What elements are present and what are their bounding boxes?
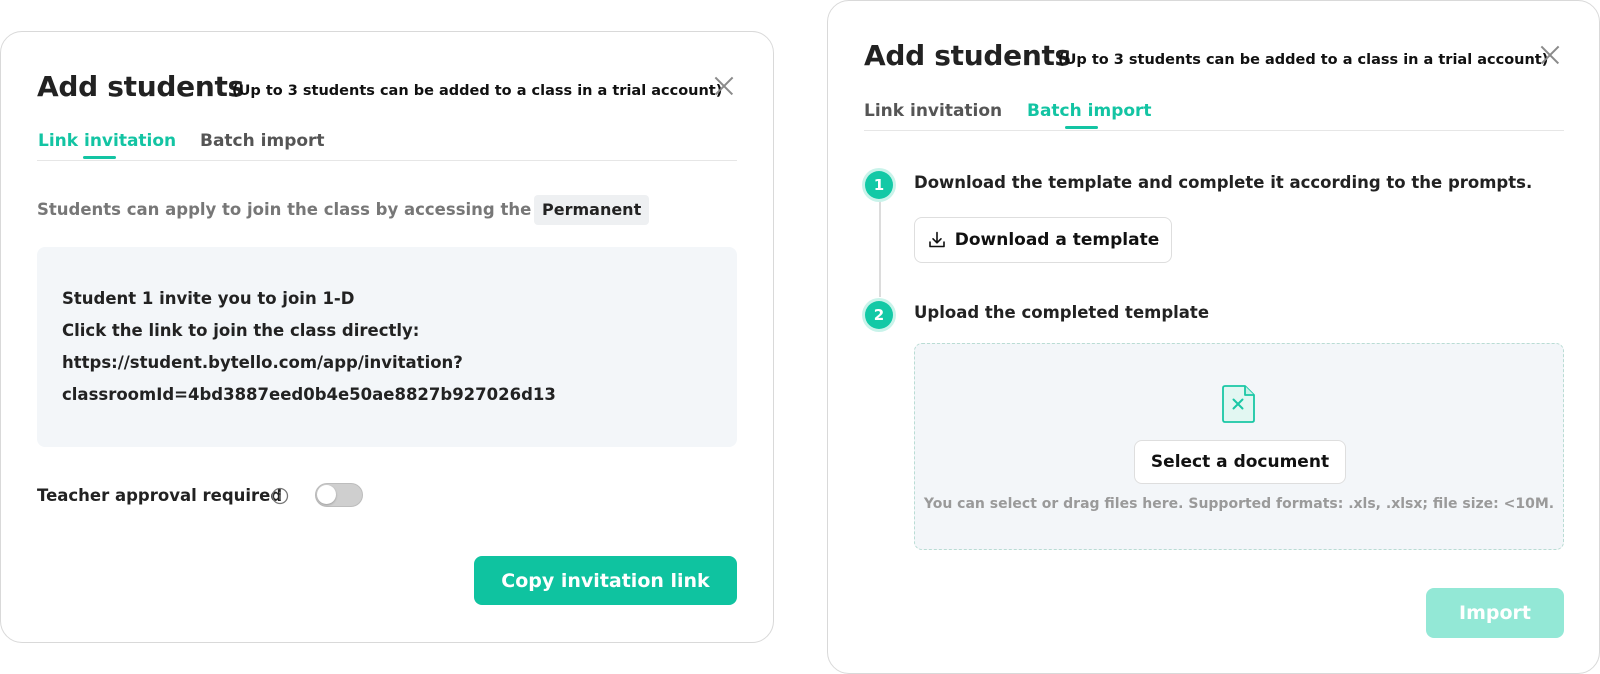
download-icon <box>928 231 945 248</box>
close-icon[interactable] <box>1540 45 1560 65</box>
invite-line: Student 1 invite you to join 1-D <box>62 289 355 308</box>
add-students-dialog-link: Add students (Up to 3 students can be ad… <box>0 31 774 643</box>
dialog-subtitle: (Up to 3 students can be added to a clas… <box>1058 52 1549 68</box>
invitation-text-box: Student 1 invite you to join 1-D Click t… <box>37 247 737 447</box>
teacher-approval-toggle[interactable] <box>315 483 363 507</box>
close-icon[interactable] <box>714 76 734 96</box>
step-number-1: 1 <box>865 171 893 199</box>
tab-bar: Link invitation Batch import <box>864 101 1564 131</box>
step-2-text: Upload the completed template <box>914 303 1210 322</box>
step-connector <box>879 199 881 297</box>
dialog-subtitle: (Up to 3 students can be added to a clas… <box>232 83 723 99</box>
supported-formats-hint: You can select or drag files here. Suppo… <box>923 496 1555 512</box>
tab-link-invitation[interactable]: Link invitation <box>864 101 1002 121</box>
link-description: Students can apply to join the class by … <box>37 200 572 219</box>
select-document-button[interactable]: Select a document <box>1134 440 1346 484</box>
active-tab-indicator <box>83 156 116 159</box>
step-1-text: Download the template and complete it ac… <box>914 173 1533 192</box>
step-number-2: 2 <box>865 301 893 329</box>
tab-batch-import[interactable]: Batch import <box>1027 101 1152 121</box>
active-tab-indicator <box>1065 126 1098 129</box>
download-template-button[interactable]: Download a template <box>914 217 1172 263</box>
download-template-label: Download a template <box>954 230 1160 250</box>
add-students-dialog-batch: Add students (Up to 3 students can be ad… <box>827 0 1600 674</box>
teacher-approval-label: Teacher approval required <box>37 486 283 505</box>
import-button[interactable]: Import <box>1426 588 1564 638</box>
tab-batch-import[interactable]: Batch import <box>200 131 325 151</box>
copy-invitation-link-button[interactable]: Copy invitation link <box>474 556 737 605</box>
invite-link-url: classroomId=4bd3887eed0b4e50ae8827b92702… <box>62 385 556 404</box>
dialog-title: Add students <box>864 39 1071 72</box>
excel-file-icon <box>1222 385 1255 423</box>
file-drop-zone[interactable]: Select a document You can select or drag… <box>914 343 1564 550</box>
dialog-title: Add students <box>37 70 244 103</box>
validity-badge[interactable]: Permanent <box>534 195 650 225</box>
toggle-knob <box>317 485 336 504</box>
tab-bar: Link invitation Batch import <box>37 131 737 161</box>
info-icon[interactable] <box>271 487 289 505</box>
invite-line: Click the link to join the class directl… <box>62 321 420 340</box>
tab-link-invitation[interactable]: Link invitation <box>38 131 176 151</box>
invite-link-url: https://student.bytello.com/app/invitati… <box>62 353 463 372</box>
